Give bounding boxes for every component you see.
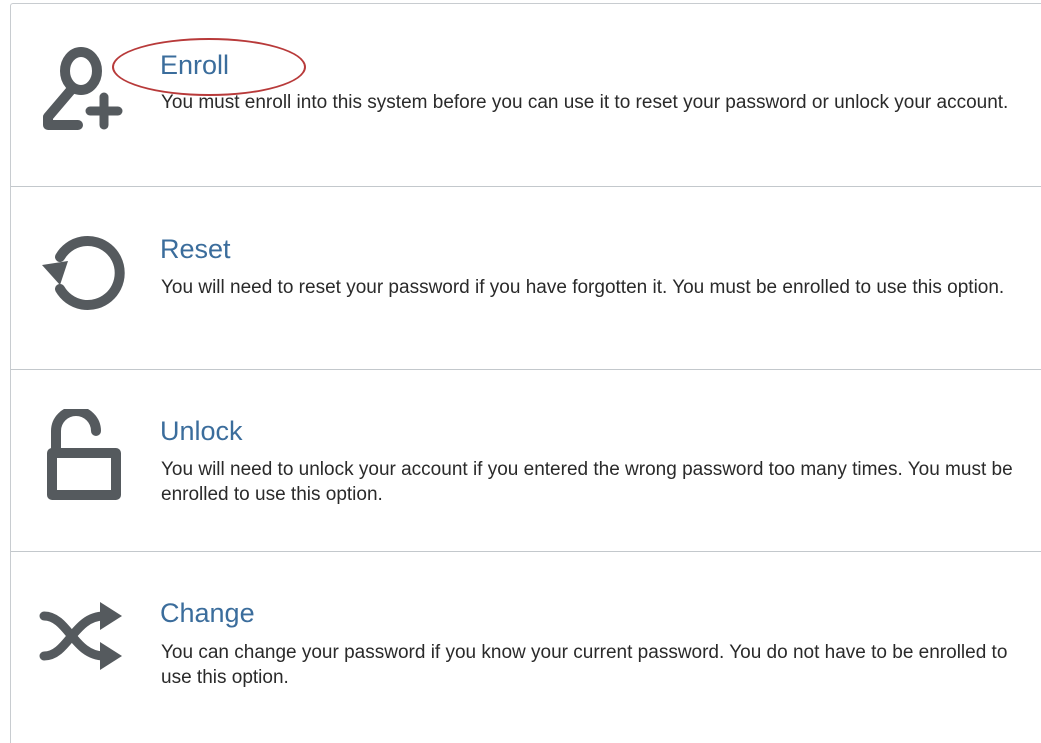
option-enroll[interactable]: Enroll You must enroll into this system …	[11, 4, 1041, 187]
option-reset[interactable]: Reset You will need to reset your passwo…	[11, 187, 1041, 370]
enroll-description: You must enroll into this system before …	[161, 92, 1009, 113]
option-change[interactable]: Change You can change your password if y…	[11, 552, 1041, 735]
unlock-icon	[38, 409, 130, 501]
user-plus-icon	[38, 41, 130, 133]
unlock-link[interactable]: Unlock	[160, 415, 243, 447]
change-description: You can change your password if you know…	[161, 642, 1008, 688]
unlock-description: You will need to unlock your account if …	[161, 459, 1013, 505]
password-options-panel: Enroll You must enroll into this system …	[10, 3, 1041, 743]
reset-description: You will need to reset your password if …	[161, 277, 1005, 298]
reset-link[interactable]: Reset	[160, 233, 231, 265]
option-unlock[interactable]: Unlock You will need to unlock your acco…	[11, 369, 1041, 552]
enroll-link[interactable]: Enroll	[160, 49, 229, 81]
shuffle-icon	[38, 592, 130, 684]
reset-icon	[38, 227, 130, 319]
change-link[interactable]: Change	[160, 597, 255, 629]
